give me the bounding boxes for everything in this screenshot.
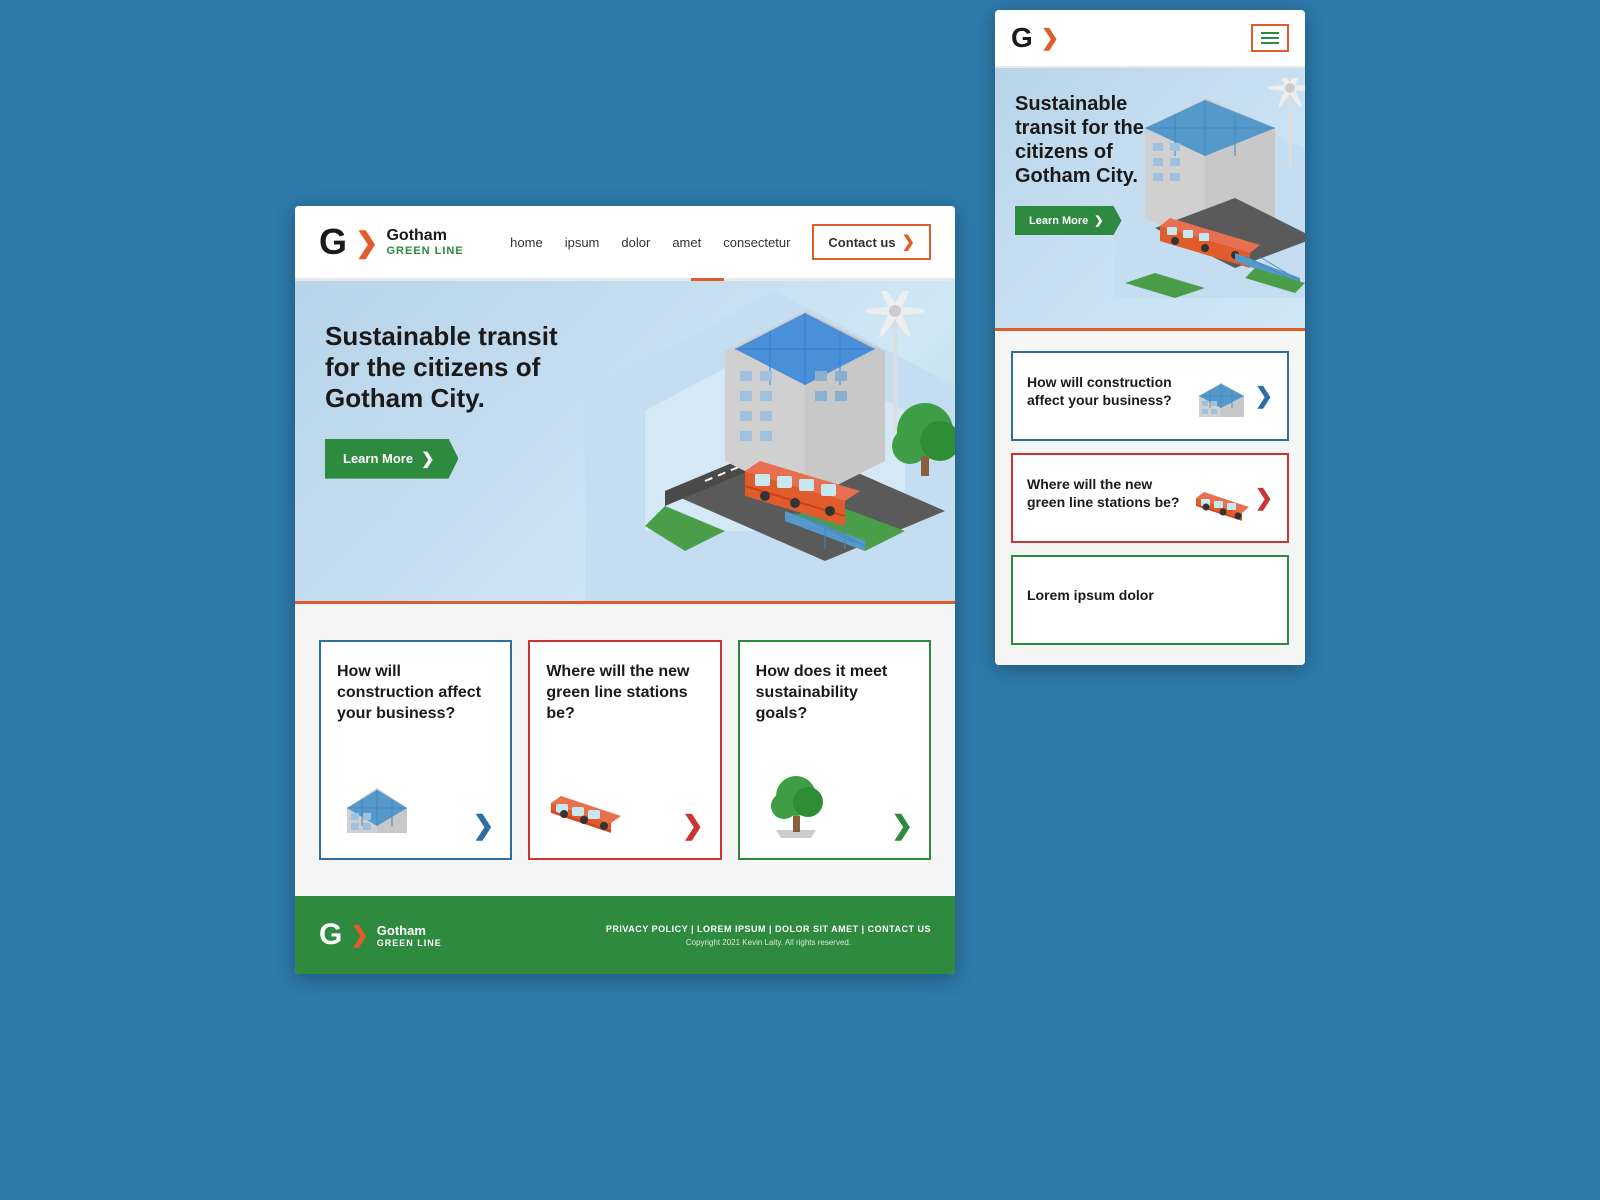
contact-label: Contact us — [828, 235, 895, 250]
mobile-cards-section: How will construction affect your busine… — [995, 331, 1305, 665]
logo-text: Gotham GREEN LINE — [386, 227, 463, 257]
card-stations-title: Where will the new green line stations b… — [546, 662, 703, 724]
brand-line: GREEN LINE — [386, 245, 463, 257]
nav-dolor[interactable]: dolor — [621, 235, 650, 250]
nav-links: home ipsum dolor amet consectetur Contac… — [510, 224, 931, 260]
mobile-card-lorem-left: Lorem ipsum dolor — [1027, 586, 1273, 614]
logo[interactable]: G ❯ Gotham GREEN LINE — [319, 224, 464, 260]
mobile-card-construction-left: How will construction affect your busine… — [1027, 373, 1194, 419]
footer-links-area: PRIVACY POLICY | LOREM IPSUM | DOLOR SIT… — [606, 924, 931, 947]
cards-section: How will construction affect your busine… — [295, 604, 955, 896]
card-construction-bottom: ❯ — [337, 768, 494, 838]
card-sustainability[interactable]: How does it meet sustainability goals? ❯ — [738, 640, 931, 860]
footer-nav-links: PRIVACY POLICY | LOREM IPSUM | DOLOR SIT… — [606, 924, 931, 934]
card-stations[interactable]: Where will the new green line stations b… — [528, 640, 721, 860]
card-construction-arrow-icon: ❯ — [473, 812, 495, 838]
mobile-learn-arrow-icon: ❯ — [1094, 214, 1103, 227]
footer-logo: G ❯ Gotham GREEN LINE — [319, 918, 442, 952]
footer-logo-letter: G — [319, 918, 342, 952]
mobile-card-stations-left: Where will the new green line stations b… — [1027, 475, 1194, 521]
mobile-card-stations[interactable]: Where will the new green line stations b… — [1011, 453, 1289, 543]
contact-us-button[interactable]: Contact us ❯ — [812, 224, 931, 260]
mobile-logo-arrow-icon: ❯ — [1041, 25, 1059, 51]
mobile-card-construction-arrow-icon: ❯ — [1255, 383, 1273, 409]
building-icon — [337, 768, 417, 838]
nav-amet[interactable]: amet — [672, 235, 701, 250]
card-stations-bottom: ❯ — [546, 768, 703, 838]
desktop-footer: G ❯ Gotham GREEN LINE PRIVACY POLICY | L… — [295, 896, 955, 974]
footer-brand-name: Gotham — [377, 923, 442, 938]
footer-logo-arrow-icon: ❯ — [350, 922, 368, 948]
mobile-card-stations-title: Where will the new green line stations b… — [1027, 475, 1194, 511]
mobile-learn-more-button[interactable]: Learn More ❯ — [1015, 206, 1122, 235]
desktop-panel: G ❯ Gotham GREEN LINE home ipsum dolor a… — [295, 206, 955, 974]
mobile-logo[interactable]: G ❯ — [1011, 24, 1059, 52]
hero-illustration — [585, 291, 955, 601]
tree-icon — [756, 768, 836, 838]
mobile-logo-letter: G — [1011, 24, 1033, 52]
hamburger-line-3 — [1261, 42, 1279, 44]
learn-more-label: Learn More — [343, 451, 413, 466]
mobile-hero-title: Sustainable transit for the citizens of … — [1015, 92, 1164, 188]
mobile-panel: G ❯ Sustainable transit for the citizens… — [995, 10, 1305, 665]
hero-title: Sustainable transit for the citizens of … — [325, 321, 585, 415]
nav-home[interactable]: home — [510, 235, 543, 250]
footer-logo-text: Gotham GREEN LINE — [377, 923, 442, 948]
mobile-train-icon — [1194, 473, 1249, 523]
mobile-hero-text: Sustainable transit for the citizens of … — [1015, 92, 1164, 312]
logo-arrow-icon: ❯ — [355, 226, 378, 259]
card-sustainability-bottom: ❯ — [756, 768, 913, 838]
logo-letter: G — [319, 224, 347, 260]
mobile-hero-section: Sustainable transit for the citizens of … — [995, 68, 1305, 328]
mobile-card-lorem-title: Lorem ipsum dolor — [1027, 586, 1273, 604]
card-sustainability-arrow-icon: ❯ — [891, 812, 913, 838]
learn-more-arrow-icon: ❯ — [421, 449, 434, 469]
mobile-card-construction-title: How will construction affect your busine… — [1027, 373, 1194, 409]
nav-consectetur[interactable]: consectetur — [723, 235, 790, 250]
hero-section: Sustainable transit for the citizens of … — [295, 281, 955, 601]
mobile-learn-label: Learn More — [1029, 215, 1088, 227]
footer-brand-line: GREEN LINE — [377, 938, 442, 948]
card-stations-arrow-icon: ❯ — [682, 812, 704, 838]
mobile-card-construction-right: ❯ — [1194, 371, 1273, 421]
card-construction-title: How will construction affect your busine… — [337, 662, 494, 724]
mobile-card-stations-arrow-icon: ❯ — [1255, 485, 1273, 511]
footer-copyright: Copyright 2021 Kevin Laity. All rights r… — [606, 938, 931, 947]
hamburger-line-1 — [1261, 32, 1279, 34]
hamburger-line-2 — [1261, 37, 1279, 39]
card-construction[interactable]: How will construction affect your busine… — [319, 640, 512, 860]
mobile-card-construction[interactable]: How will construction affect your busine… — [1011, 351, 1289, 441]
hamburger-menu-button[interactable] — [1251, 24, 1289, 52]
card-sustainability-title: How does it meet sustainability goals? — [756, 662, 913, 724]
contact-arrow-icon: ❯ — [902, 232, 915, 252]
mobile-card-lorem[interactable]: Lorem ipsum dolor — [1011, 555, 1289, 645]
nav-ipsum[interactable]: ipsum — [565, 235, 600, 250]
brand-name: Gotham — [386, 227, 463, 245]
mobile-building-icon — [1194, 371, 1249, 421]
train-icon — [546, 768, 626, 838]
mobile-card-stations-right: ❯ — [1194, 473, 1273, 523]
desktop-nav: G ❯ Gotham GREEN LINE home ipsum dolor a… — [295, 206, 955, 281]
hero-text: Sustainable transit for the citizens of … — [325, 321, 585, 479]
learn-more-button[interactable]: Learn More ❯ — [325, 439, 458, 479]
mobile-nav: G ❯ — [995, 10, 1305, 68]
